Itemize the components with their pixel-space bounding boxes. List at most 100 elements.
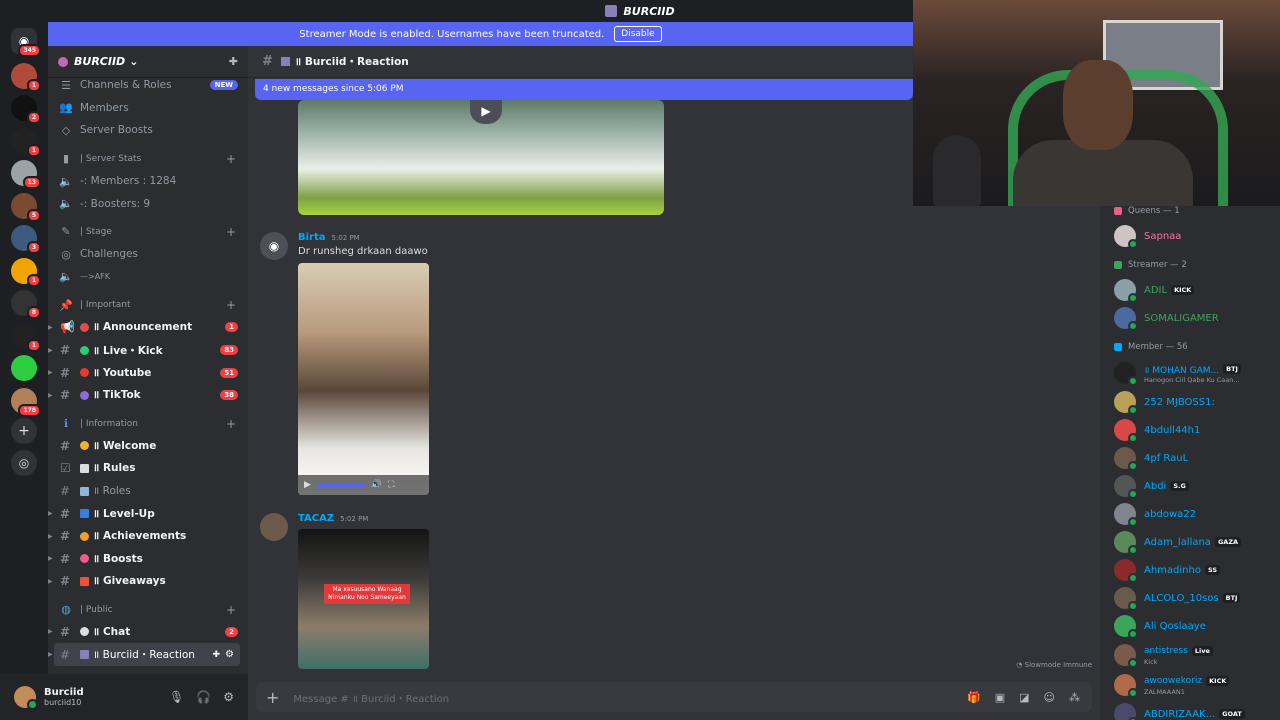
member-tag: GOAT [1219, 709, 1245, 719]
add-channel-icon[interactable]: + [226, 152, 236, 166]
gear-icon[interactable]: ⚙ [225, 649, 234, 660]
server-icon[interactable]: 13 [11, 160, 41, 189]
member-item[interactable]: ALCOLO_10sos BTJ [1100, 584, 1280, 612]
fullscreen-icon[interactable]: ⛶ [388, 480, 394, 490]
channel-label: ॥ Roles [93, 485, 131, 498]
add-channel-icon[interactable]: + [226, 298, 236, 312]
gif-icon[interactable]: ▣ [995, 691, 1005, 704]
server-icon[interactable]: 2 [11, 95, 41, 124]
server-icon[interactable] [11, 355, 37, 381]
voice-channel-boosters-stat[interactable]: 🔈 -: Boosters: 9 [48, 192, 248, 215]
member-item[interactable]: 4pf RauL [1100, 444, 1280, 472]
channel-live-kick[interactable]: ▶ # ॥ Live・Kick 83 [48, 339, 248, 362]
server-icon[interactable]: 1 [11, 322, 41, 352]
member-item[interactable]: Sapnaa [1100, 222, 1280, 250]
add-channel-icon[interactable]: + [226, 603, 236, 617]
progress-bar[interactable] [316, 483, 365, 487]
video-embed[interactable]: ▶ 🔊 ⛶ [298, 263, 429, 495]
member-item[interactable]: ADIL KICK [1100, 276, 1280, 304]
channel-youtube[interactable]: ▶ # ॥ Youtube 51 [48, 361, 248, 384]
channel-tiktok[interactable]: ▶ # ॥ TikTok 38 [48, 384, 248, 407]
avatar [1114, 307, 1138, 331]
video-embed[interactable]: ▶ [298, 100, 664, 215]
play-icon[interactable]: ▶ [470, 100, 502, 124]
clock-icon: ◔ [1016, 661, 1025, 669]
play-icon[interactable]: ▶ [304, 480, 311, 490]
avatar[interactable] [260, 513, 288, 541]
channel-boosts[interactable]: ▶ # ॥ Boosts [48, 548, 248, 571]
member-item[interactable]: Abdi S.G [1100, 472, 1280, 500]
channel-burciid-reaction[interactable]: ▶ # ॥ Burciid・Reaction ✚ ⚙ [48, 643, 240, 666]
channels-roles-item[interactable]: ☰ Channels & Roles NEW [48, 74, 248, 97]
server-icon[interactable]: 3 [11, 225, 41, 254]
emoji-icon [80, 486, 89, 496]
category-important[interactable]: 📌 | Important + [48, 288, 248, 316]
microphone-icon[interactable]: 🎙 [169, 690, 184, 704]
server-icon[interactable]: 1 [11, 257, 41, 287]
add-channel-icon[interactable]: + [226, 225, 236, 239]
avatar[interactable]: ◉ [260, 232, 288, 260]
member-item[interactable]: ABDIRIZAAK... GOAT [1100, 700, 1280, 720]
new-messages-bar[interactable]: 4 new messages since 5:06 PM [255, 79, 913, 100]
channel-roles[interactable]: # ॥ Roles [48, 480, 248, 503]
channel-giveaways[interactable]: ▶ # ॥ Giveaways [48, 570, 248, 593]
member-item[interactable]: SOMALIGAMER [1100, 304, 1280, 332]
member-item[interactable]: abdowa22 [1100, 500, 1280, 528]
server-list: ◉ 345 1 2 1 13 5 3 1 8 1 178 + ◎ [0, 22, 48, 720]
message-author[interactable]: TACAZ 5:02 PM [298, 513, 368, 524]
category-label: | Important [80, 300, 131, 311]
message-author[interactable]: Birta 5:02 PM [298, 232, 360, 243]
member-item[interactable]: awoowekoriz KICK ZALMAAAN1 [1100, 670, 1280, 700]
headphones-icon[interactable]: 🎧 [196, 690, 211, 704]
emoji-icon[interactable]: ☺ [1044, 691, 1055, 704]
member-item[interactable]: ॥ MOHAN GAM... BTJ Hanogon Ciil Qabe Ku Ca… [1100, 358, 1280, 388]
server-icon[interactable]: 8 [11, 290, 41, 319]
category-server-stats[interactable]: ▮ | Server Stats + [48, 142, 248, 170]
stage-channel-challenges[interactable]: ◎ Challenges [48, 243, 248, 266]
emoji-icon [80, 509, 89, 519]
members-item[interactable]: 👥 Members [48, 97, 248, 120]
channel-label: ॥ Burciid・Reaction [93, 649, 195, 662]
server-icon[interactable]: 1 [11, 127, 41, 157]
member-item[interactable]: 252 MJBOSS1: [1100, 388, 1280, 416]
category-public[interactable]: ◍ | Public + [48, 593, 248, 621]
member-item[interactable]: Ahmadinho SS [1100, 556, 1280, 584]
voice-channel-members-stat[interactable]: 🔈 -: Members : 1284 [48, 170, 248, 193]
channel-announcement[interactable]: ▶ 📢 ॥ Announcement 1 [48, 316, 248, 339]
volume-icon[interactable]: 🔊 [371, 480, 382, 490]
unread-badge: 5 [26, 208, 41, 222]
avatar [1114, 559, 1138, 583]
member-item[interactable]: Adam_lallana GAZA [1100, 528, 1280, 556]
category-stage[interactable]: ✎ | Stage + [48, 215, 248, 243]
server-icon[interactable]: 5 [11, 192, 41, 222]
invite-icon[interactable]: ✚ [212, 650, 220, 660]
add-channel-icon[interactable]: + [226, 417, 236, 431]
voice-channel-afk[interactable]: 🔈 —>AFK [48, 266, 248, 289]
channel-chat[interactable]: ▶ # ॥ Chat 2 [48, 621, 248, 644]
gear-icon[interactable]: ⚙ [223, 690, 234, 704]
add-server-icon[interactable]: + [11, 418, 37, 444]
message-input[interactable]: + Message # ॥ Burciid・Reaction 🎁 ▣ ◪ ☺ ⁂ [256, 682, 1092, 712]
invite-icon[interactable]: ✚ [229, 55, 238, 68]
streamer-icon [1114, 261, 1122, 269]
member-item[interactable]: antistress Live Kick [1100, 640, 1280, 670]
member-item[interactable]: 4bdull44h1 [1100, 416, 1280, 444]
apps-icon[interactable]: ⁂ [1069, 691, 1080, 704]
server-icon[interactable]: 178 [11, 387, 41, 417]
channel-achievements[interactable]: ▶ # ॥ Achievements [48, 525, 248, 548]
member-item[interactable]: Ali Qoslaaye [1100, 612, 1280, 640]
sticker-icon[interactable]: ◪ [1019, 691, 1029, 704]
explore-icon[interactable]: ◎ [11, 450, 37, 476]
gift-icon[interactable]: 🎁 [967, 691, 981, 704]
add-attachment-icon[interactable]: + [266, 688, 279, 707]
server-boosts-item[interactable]: ◇ Server Boosts [48, 119, 248, 142]
category-information[interactable]: ℹ | Information + [48, 407, 248, 435]
server-icon[interactable]: 1 [11, 62, 41, 92]
disable-button[interactable]: Disable [614, 26, 662, 42]
channel-rules[interactable]: ☑ ॥ Rules [48, 457, 248, 480]
channel-level-up[interactable]: ▶ # ॥ Level-Up [48, 502, 248, 525]
home-discord-icon[interactable]: ◉ 345 [11, 28, 41, 57]
video-embed[interactable]: Ma xasuusano Wanaag Nimanku Noo Sameeyaa… [298, 529, 429, 669]
channel-welcome[interactable]: # ॥ Welcome [48, 435, 248, 458]
avatar[interactable] [14, 686, 38, 710]
